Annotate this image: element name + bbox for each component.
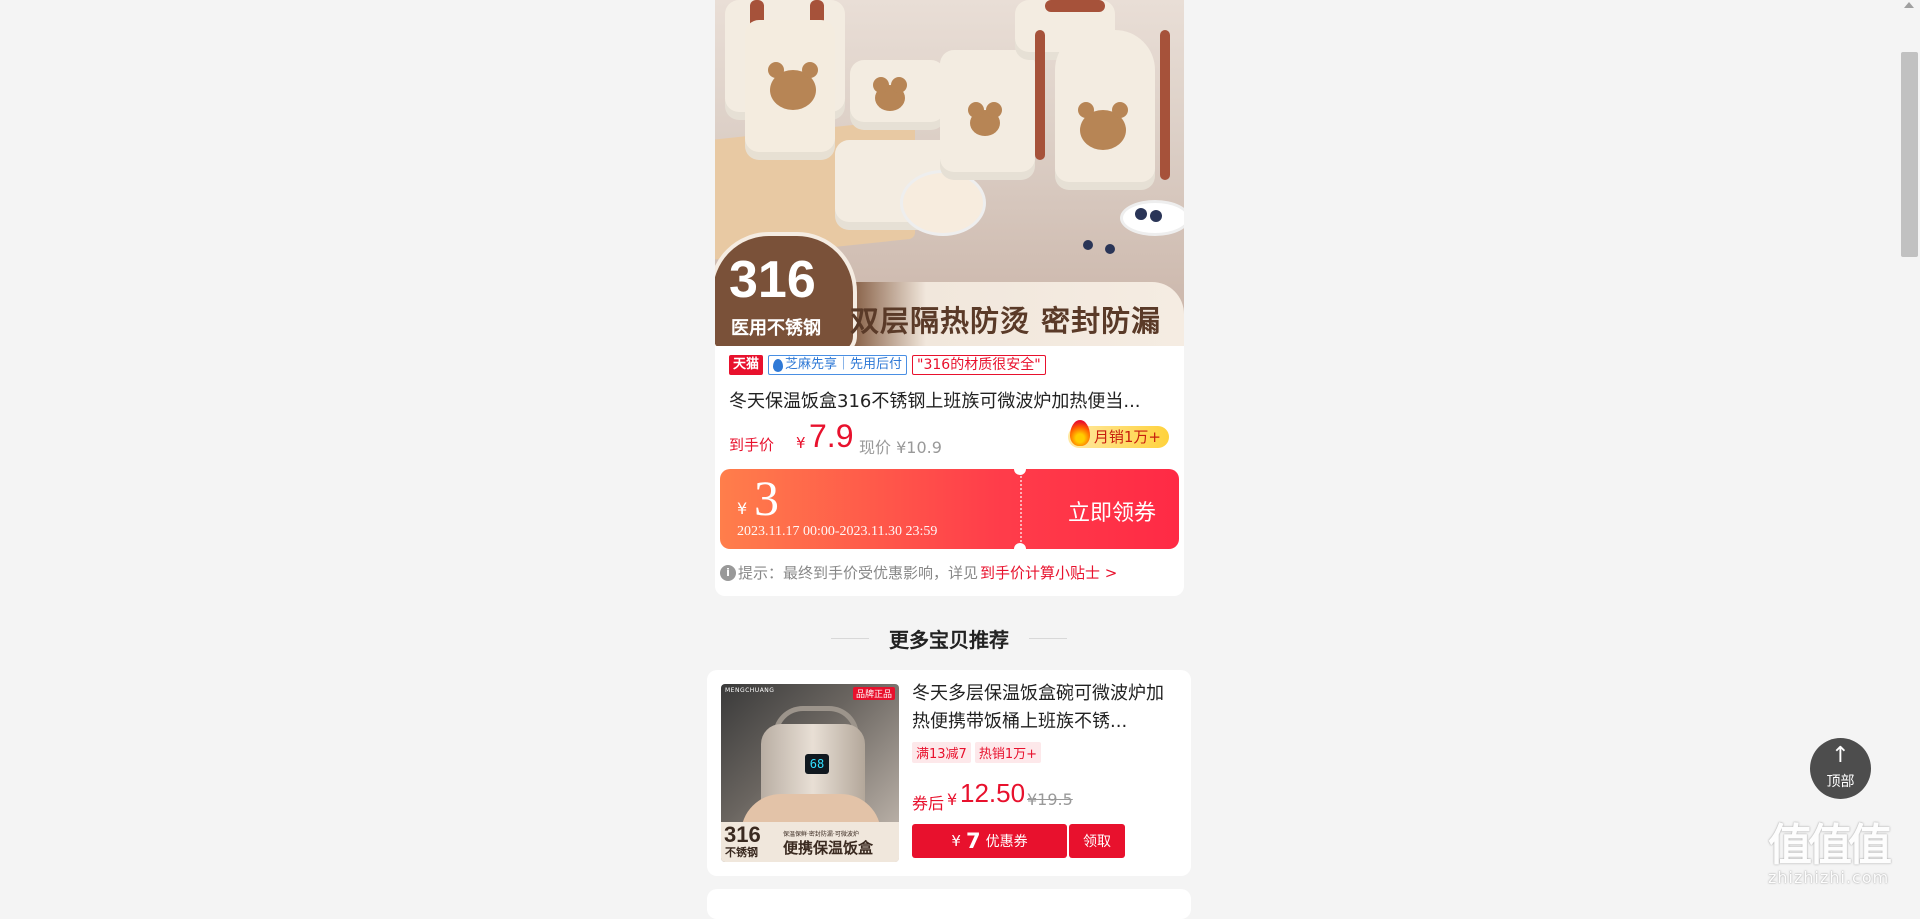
recommendation-tags: 满13减7 热销1万+ — [912, 742, 1041, 763]
divider-line — [831, 637, 869, 639]
berry — [1105, 244, 1115, 254]
arrow-up-icon: ↑ — [1831, 743, 1850, 768]
price-currency: ¥ — [947, 790, 958, 809]
coupon-currency: ¥ — [951, 832, 961, 850]
product-image[interactable]: 316 医用不锈钢 双层隔热防烫 密封防漏 — [715, 0, 1184, 346]
current-price: 现价 ¥10.9 — [859, 438, 942, 457]
final-price: 7.9 — [809, 418, 854, 454]
tmall-tag: 天猫 — [729, 355, 764, 375]
product-title[interactable]: 冬天保温饭盒316不锈钢上班族可微波炉加热便当... — [729, 387, 1169, 413]
info-icon: i — [720, 564, 736, 581]
claim-button[interactable]: 领取 — [1069, 824, 1125, 858]
zhima-tag: 芝麻先享｜先用后付 — [768, 355, 908, 375]
discount-tag: 满13减7 — [912, 742, 971, 763]
after-coupon-label: 券后 — [912, 794, 945, 813]
coupon-period: 2023.11.17 00:00-2023.11.30 23:59 — [737, 524, 938, 539]
image-brand-text: MENGCHUANG — [725, 687, 775, 694]
badge-number: 316 — [729, 251, 816, 309]
bear-logo — [768, 62, 818, 110]
after-coupon-price: 12.50 — [960, 778, 1026, 808]
coupon-notch — [1014, 469, 1026, 475]
tip-text: 提示：最终到手价受优惠影响，详见 — [738, 564, 979, 582]
price-currency: ¥ — [796, 434, 806, 452]
monthly-sales-badge: 月销1万+ — [1067, 420, 1169, 448]
recommendation-card[interactable]: MENGCHUANG 品牌正品 68 316 不锈钢 保温保鲜·密封防漏·可微波… — [707, 670, 1191, 876]
review-quote-tag: "316的材质很安全" — [912, 355, 1046, 375]
final-price-label: 到手价 — [729, 436, 775, 454]
water-drop-icon — [773, 358, 784, 372]
product-tags: 天猫 芝麻先享｜先用后付 "316的材质很安全" — [729, 354, 1046, 376]
material-badge: 316 医用不锈钢 — [715, 232, 857, 346]
berry — [1083, 240, 1093, 250]
strap — [1160, 30, 1170, 180]
coupon-banner[interactable]: ¥ 3 2023.11.17 00:00-2023.11.30 23:59 立即… — [720, 469, 1179, 549]
bear-logo — [968, 102, 1002, 136]
temperature-display: 68 — [805, 754, 829, 774]
monthly-sales-label: 月销1万+ — [1093, 428, 1161, 446]
recommendation-title[interactable]: 冬天多层保温饭盒碗可微波炉加热便携带饭桶上班族不锈... — [912, 680, 1177, 736]
hot-sale-tag: 热销1万+ — [974, 742, 1041, 763]
next-recommendation-card[interactable] — [707, 889, 1191, 919]
section-title: 更多宝贝推荐 — [889, 627, 1009, 652]
coupon-currency: ¥ — [737, 499, 748, 518]
genuine-ribbon: 品牌正品 — [852, 687, 895, 700]
back-to-top-button[interactable]: ↑ 顶部 — [1810, 738, 1871, 799]
claim-coupon-button[interactable]: 立即领券 — [1068, 495, 1156, 527]
strap — [1035, 30, 1045, 160]
watermark: 值值值 zhizhizhi.com — [1768, 824, 1908, 894]
badge-text: 医用不锈钢 — [731, 318, 821, 339]
price-tip: i 提示：最终到手价受优惠影响，详见 到手价计算小贴士 > — [720, 562, 1117, 583]
product-card: 316 医用不锈钢 双层隔热防烫 密封防漏 天猫 芝麻先享｜先用后付 "316的… — [715, 0, 1184, 596]
hero-slogan: 双层隔热防烫 密封防漏 — [850, 304, 1162, 338]
coupon-amount: 7 — [965, 829, 981, 853]
recommendation-coupon[interactable]: ¥ 7 优惠券 — [912, 824, 1067, 858]
more-recommendations-heading: 更多宝贝推荐 — [826, 624, 1072, 652]
bear-logo — [873, 77, 907, 111]
coupon-amount: 3 — [754, 470, 779, 526]
watermark-logo: 值值值 — [1768, 820, 1892, 871]
strap — [1045, 0, 1105, 12]
coupon-word: 优惠券 — [985, 834, 1028, 850]
scrollbar-thumb[interactable] — [1901, 52, 1918, 257]
berry — [1150, 210, 1162, 222]
zhima-tag-label: 芝麻先享｜先用后付 — [785, 357, 903, 372]
image-caption: 便携保温饭盒 — [783, 839, 874, 857]
original-price: ¥19.5 — [1027, 790, 1073, 809]
coupon-notch — [1014, 543, 1026, 549]
watermark-url: zhizhizhi.com — [1768, 868, 1890, 887]
price-tips-link[interactable]: 到手价计算小贴士 > — [980, 562, 1117, 583]
scroll-up-arrow-icon[interactable] — [1904, 2, 1914, 8]
berry — [1135, 208, 1147, 220]
recommendation-image[interactable]: MENGCHUANG 品牌正品 68 316 不锈钢 保温保鲜·密封防漏·可微波… — [721, 684, 899, 862]
back-to-top-label: 顶部 — [1826, 774, 1855, 790]
recommendation-price: 券后 ¥ 12.50 ¥19.5 — [912, 778, 1172, 813]
image-steel-label: 不锈钢 — [725, 846, 758, 859]
price-row: 到手价 ¥ 7.9 现价 ¥10.9 月销1万+ — [729, 418, 1169, 458]
flame-icon — [1069, 420, 1090, 446]
divider-line — [1029, 637, 1067, 639]
coupon-divider — [1020, 469, 1022, 549]
bear-logo — [1078, 102, 1128, 150]
